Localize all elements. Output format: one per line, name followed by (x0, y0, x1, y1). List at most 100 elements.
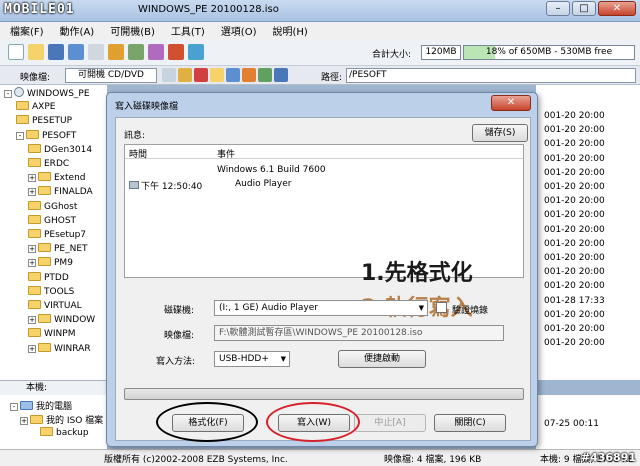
extract-icon[interactable] (242, 68, 256, 82)
verify-checkbox[interactable] (436, 302, 447, 313)
properties-icon[interactable] (162, 68, 176, 82)
list-item[interactable]: 001-20 20:00 (544, 253, 605, 263)
expand-icon[interactable]: + (28, 259, 36, 268)
list-item[interactable]: 001-20 20:00 (544, 125, 605, 135)
mount-icon[interactable] (128, 44, 144, 60)
dialog-close-button[interactable]: ✕ (491, 95, 531, 111)
list-item[interactable]: 001-20 20:00 (544, 154, 605, 164)
save-icon[interactable] (48, 44, 64, 60)
expand-icon[interactable]: + (28, 245, 36, 254)
tools-icon[interactable] (148, 44, 164, 60)
close-window-button[interactable]: ✕ (598, 1, 636, 16)
menu-item[interactable]: 選項(O) (221, 23, 257, 38)
list-item[interactable]: 001-20 20:00 (544, 239, 605, 249)
burn-icon[interactable] (108, 44, 124, 60)
tree-item[interactable]: PEsetup7 (28, 229, 86, 241)
image-file-field[interactable]: F:\軟體測試暫存區\WINDOWS_PE 20100128.iso (214, 325, 504, 341)
status-image-info: 映像檔: 4 檔案, 196 KB (384, 455, 482, 465)
menu-item[interactable]: 說明(H) (273, 23, 308, 38)
delete-icon[interactable] (194, 68, 208, 82)
tree-item[interactable]: PESETUP (16, 115, 72, 127)
tree-item[interactable]: WINPM (28, 328, 75, 340)
tree-item[interactable]: + Extend (28, 172, 86, 184)
save-as-icon[interactable] (68, 44, 84, 60)
virtual-drive-icon[interactable] (168, 44, 184, 60)
total-size-value: 120MB (421, 45, 461, 60)
close-dialog-button[interactable]: 關閉(C) (434, 414, 506, 432)
convenient-boot-button[interactable]: 便捷啟動 (338, 350, 426, 368)
tree-item[interactable]: + WINDOW (28, 314, 95, 326)
drive-icon (129, 181, 139, 189)
write-method-select[interactable]: USB-HDD+ ▼ (214, 351, 290, 367)
drive-select[interactable]: (I:, 1 GE) Audio Player ▼ (214, 300, 428, 316)
message-log[interactable]: 時間 事件 Windows 6.1 Build 7600 下午 12:50:40… (124, 144, 524, 321)
list-item[interactable]: 001-20 20:00 (544, 182, 605, 192)
collapse-icon[interactable]: - (16, 131, 24, 140)
new-folder-icon[interactable] (210, 68, 224, 82)
menu-item[interactable]: 檔案(F) (10, 23, 44, 38)
list-item[interactable]: 001-20 20:00 (544, 196, 605, 206)
tree-item[interactable]: PTDD (28, 271, 69, 284)
image-type-field[interactable]: 可開機 CD/DVD (65, 68, 157, 83)
list-item[interactable]: 001-20 20:00 (544, 210, 605, 220)
log-column-time: 時間 (129, 150, 148, 160)
tree-item[interactable]: - WINDOWS_PE (4, 87, 90, 99)
open-folder-icon[interactable] (28, 44, 44, 60)
tree-item-backup[interactable]: backup (40, 427, 89, 438)
expand-icon[interactable]: + (28, 316, 36, 325)
list-item[interactable]: 001-20 20:00 (544, 139, 605, 149)
new-file-icon[interactable] (8, 44, 24, 60)
expand-icon[interactable]: + (28, 188, 36, 197)
view-icon[interactable] (274, 68, 288, 82)
tree-item[interactable]: + PE_NET (28, 243, 88, 255)
list-item[interactable]: 001-20 20:00 (544, 338, 605, 348)
expand-icon[interactable]: + (28, 174, 36, 183)
menu-item[interactable]: 可開機(B) (110, 23, 155, 38)
list-item[interactable]: 001-20 20:00 (544, 267, 605, 277)
log-row-event: Windows 6.1 Build 7600 (217, 165, 326, 175)
folder-icon (28, 271, 41, 281)
tree-item[interactable]: + PM9 (28, 257, 73, 269)
log-row-event: Audio Player (235, 179, 292, 189)
list-item[interactable]: 001-20 20:00 (544, 225, 605, 235)
tree-item[interactable]: DGen3014 (28, 143, 92, 156)
local-label: 本機: (0, 380, 108, 395)
list-item[interactable]: 07-25 00:11 (544, 419, 599, 429)
tree-item[interactable]: ERDC (28, 158, 69, 170)
disc-icon (14, 87, 24, 97)
minimize-button[interactable]: – (546, 1, 570, 16)
list-item[interactable]: 001-20 20:00 (544, 168, 605, 178)
menu-item[interactable]: 工具(T) (171, 23, 205, 38)
tree-item[interactable]: GHOST (28, 214, 76, 227)
save-log-button[interactable]: 儲存(S) (472, 124, 528, 142)
list-item[interactable]: 001-20 20:00 (544, 310, 605, 320)
tree-item[interactable]: AXPE (16, 101, 55, 113)
rename-icon[interactable] (226, 68, 240, 82)
up-arrow-icon[interactable] (178, 68, 192, 82)
tree-item-my-computer[interactable]: - 我的電腦 (10, 399, 72, 412)
help-icon[interactable] (188, 44, 204, 60)
chevron-down-icon: ▼ (418, 304, 424, 312)
cd-icon[interactable] (88, 44, 104, 60)
list-item[interactable]: 001-20 20:00 (544, 324, 605, 334)
tree-item[interactable]: TOOLS (28, 285, 74, 298)
local-tree: - 我的電腦 + 我的 ISO 檔案 backup (0, 395, 108, 449)
collapse-icon[interactable]: - (4, 90, 12, 98)
tree-item-my-iso[interactable]: + 我的 ISO 檔案 (20, 413, 103, 426)
folder-icon (38, 243, 51, 253)
tree-item[interactable]: - PESOFT (16, 129, 76, 142)
tree-item[interactable]: + FINALDA (28, 186, 93, 198)
settings-icon[interactable] (258, 68, 272, 82)
path-field[interactable]: /PESOFT (346, 68, 636, 83)
menu-item[interactable]: 動作(A) (60, 23, 95, 38)
tree-item[interactable]: + WINRAR (28, 342, 91, 355)
folder-icon (38, 342, 51, 352)
list-item[interactable]: 001-20 20:00 (544, 111, 605, 121)
folder-icon (26, 129, 39, 139)
expand-icon[interactable]: + (28, 344, 36, 353)
list-item[interactable]: 001-20 20:00 (544, 281, 605, 291)
list-item[interactable]: 001-28 17:33 (544, 296, 605, 306)
tree-item[interactable]: GGhost (28, 200, 77, 213)
tree-item[interactable]: VIRTUAL (28, 300, 82, 312)
maximize-button[interactable]: □ (572, 1, 596, 16)
